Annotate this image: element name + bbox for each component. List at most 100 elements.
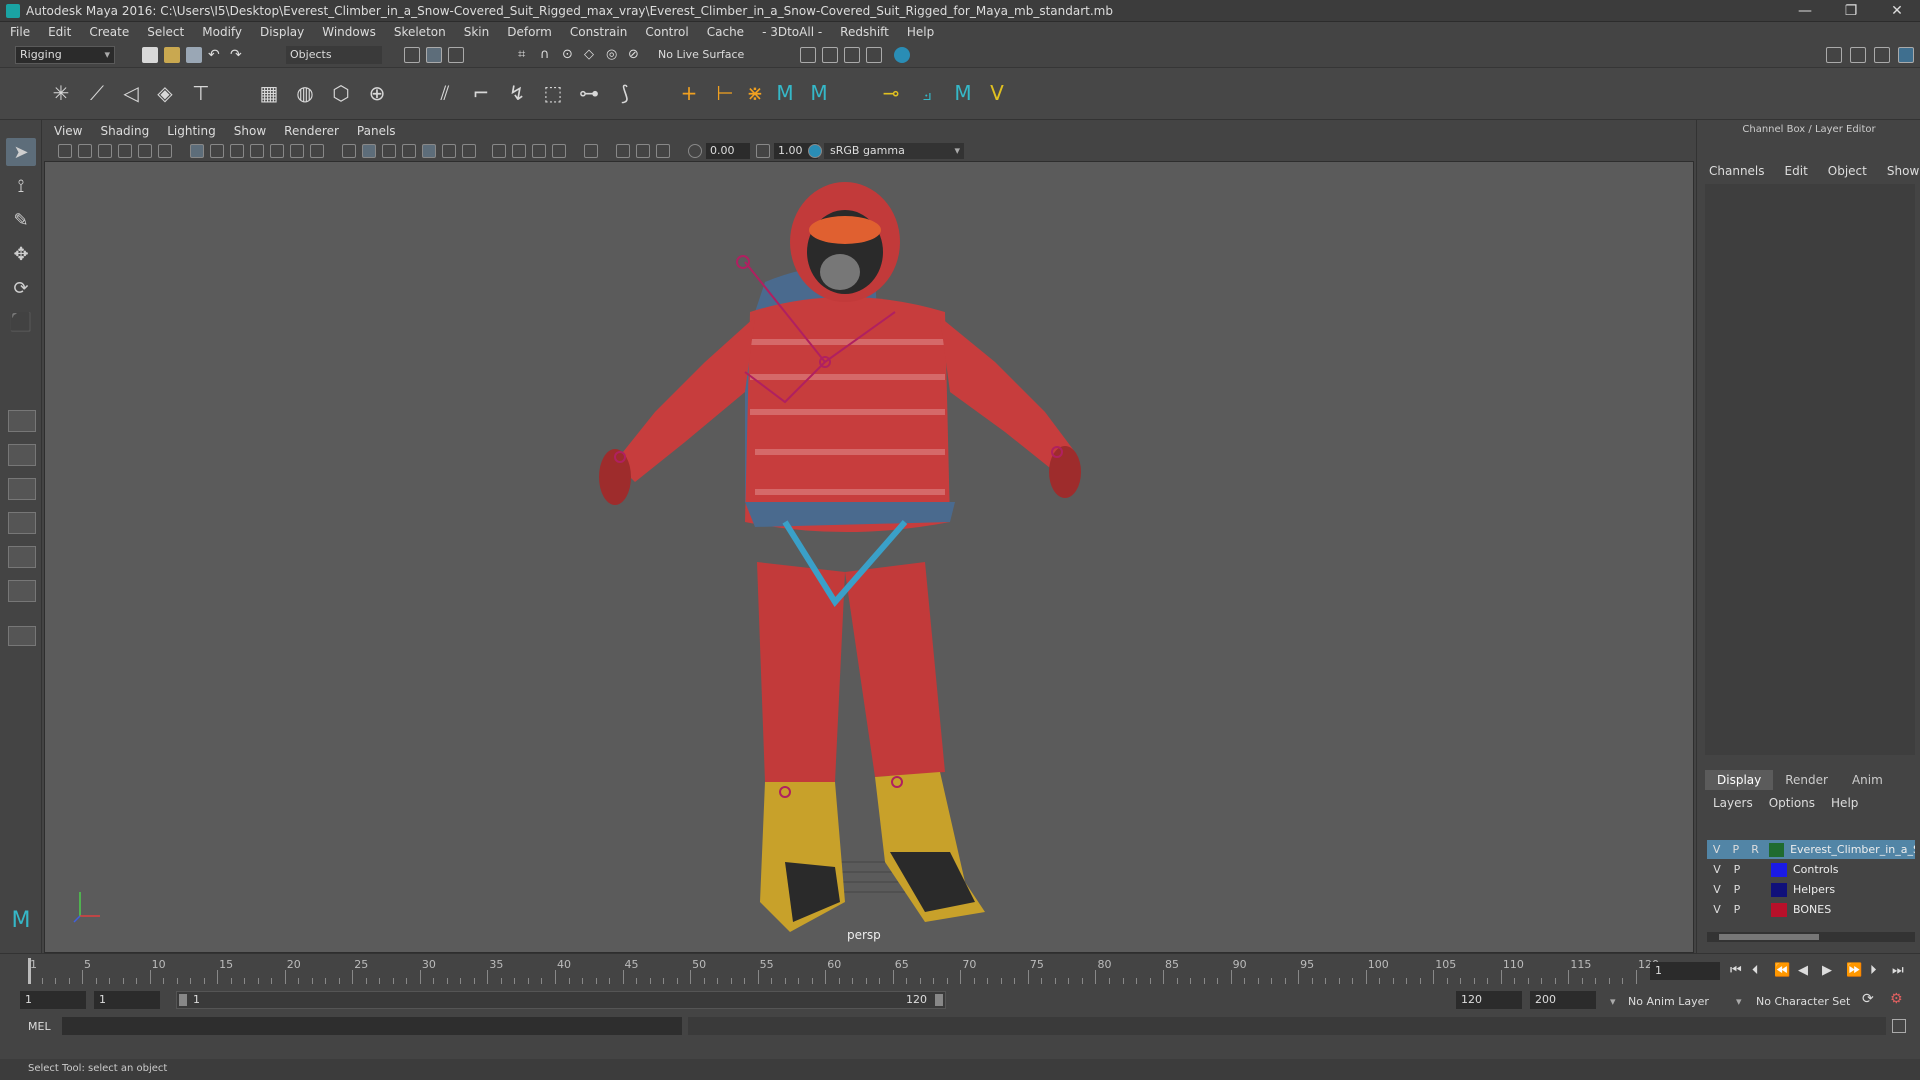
menu-select[interactable]: Select bbox=[147, 25, 184, 39]
viewport-menu-panels[interactable]: Panels bbox=[357, 124, 396, 138]
persp-graph-layout-icon[interactable] bbox=[8, 512, 36, 534]
image-plane-icon[interactable] bbox=[118, 144, 132, 158]
textured-icon[interactable] bbox=[422, 144, 436, 158]
layer-reference-toggle[interactable]: R bbox=[1745, 843, 1764, 856]
auto-key-icon[interactable]: ⟳ bbox=[1862, 991, 1874, 1007]
edit-menu[interactable]: Edit bbox=[1785, 164, 1808, 178]
anim-layer-dropdown[interactable]: No Anim Layer bbox=[1628, 995, 1709, 1008]
chevron-down-icon[interactable]: ▾ bbox=[1610, 995, 1616, 1008]
default-material-icon[interactable] bbox=[402, 144, 416, 158]
pole-vector-icon[interactable]: ⟆ bbox=[612, 80, 638, 106]
menuset-dropdown[interactable]: Rigging ▾ bbox=[15, 46, 115, 64]
aim-constraint-icon[interactable]: ⌐ bbox=[468, 80, 494, 106]
create-joint-icon[interactable]: ✳ bbox=[48, 80, 74, 106]
motion-blur-icon[interactable] bbox=[512, 144, 526, 158]
snap-grid-icon[interactable]: ⌗ bbox=[518, 47, 534, 63]
shadows-icon[interactable] bbox=[462, 144, 476, 158]
menu-edit[interactable]: Edit bbox=[48, 25, 71, 39]
menu-deform[interactable]: Deform bbox=[507, 25, 552, 39]
outliner-persp-layout-icon[interactable] bbox=[8, 580, 36, 602]
smooth-shade-icon[interactable] bbox=[362, 144, 376, 158]
viewport-menu-view[interactable]: View bbox=[54, 124, 82, 138]
paint-weights-icon[interactable]: ◍ bbox=[292, 80, 318, 106]
mash-icon[interactable]: M bbox=[772, 80, 798, 106]
range-slider-end-handle[interactable] bbox=[935, 994, 943, 1006]
grid-icon[interactable] bbox=[190, 144, 204, 158]
attribute-editor-icon[interactable] bbox=[1850, 47, 1866, 63]
mel-label[interactable]: MEL bbox=[28, 1020, 51, 1033]
options-menu[interactable]: Options bbox=[1769, 796, 1815, 810]
select-component-icon[interactable] bbox=[448, 47, 464, 63]
snap-curve-icon[interactable]: ∩ bbox=[540, 47, 556, 63]
command-input[interactable] bbox=[62, 1017, 682, 1035]
layer-color-swatch[interactable] bbox=[1768, 842, 1785, 857]
range-slider-start-handle[interactable] bbox=[179, 994, 187, 1006]
menu-cache[interactable]: Cache bbox=[707, 25, 744, 39]
cluster-icon[interactable]: ⊕ bbox=[364, 80, 390, 106]
anti-aliasing-icon[interactable] bbox=[532, 144, 546, 158]
redo-icon[interactable]: ↷ bbox=[230, 47, 246, 63]
layer-playback-toggle[interactable]: P bbox=[1727, 903, 1747, 916]
animation-preferences-icon[interactable]: ⚙ bbox=[1890, 991, 1903, 1007]
maximize-button[interactable]: ❐ bbox=[1828, 0, 1874, 22]
character-set-dropdown[interactable]: No Character Set bbox=[1756, 995, 1850, 1008]
parent-constraint-icon[interactable]: ⊶ bbox=[576, 80, 602, 106]
use-all-lights-icon[interactable] bbox=[442, 144, 456, 158]
screen-space-ao-icon[interactable] bbox=[492, 144, 506, 158]
range-end-field[interactable]: 200 bbox=[1530, 991, 1596, 1009]
object-menu[interactable]: Object bbox=[1828, 164, 1867, 178]
select-object-icon[interactable] bbox=[426, 47, 442, 63]
gamma-icon[interactable] bbox=[756, 144, 770, 158]
step-back-key-icon[interactable]: ⏪ bbox=[1774, 963, 1790, 978]
make-live-icon[interactable]: ⊘ bbox=[628, 47, 644, 63]
gate-mask-icon[interactable] bbox=[250, 144, 264, 158]
orient-constraint-icon[interactable]: ↯ bbox=[504, 80, 530, 106]
menu-display[interactable]: Display bbox=[260, 25, 304, 39]
layer-visibility-toggle[interactable]: V bbox=[1707, 883, 1727, 896]
mirror-joint-icon[interactable]: ⊤ bbox=[188, 80, 214, 106]
time-slider[interactable]: 1 5 10 15 20 25 30 35 40 45 50 55 60 65 70 75 80 85 90 95 10… bbox=[0, 953, 1920, 987]
menu-skeleton[interactable]: Skeleton bbox=[394, 25, 446, 39]
play-forwards-icon[interactable]: ▶ bbox=[1822, 963, 1832, 978]
snap-plane-icon[interactable]: ◇ bbox=[584, 47, 600, 63]
depth-of-field-icon[interactable] bbox=[552, 144, 566, 158]
xray-joints-icon[interactable] bbox=[636, 144, 650, 158]
layer-visibility-toggle[interactable]: V bbox=[1707, 903, 1727, 916]
menu-windows[interactable]: Windows bbox=[322, 25, 376, 39]
menu-redshift[interactable]: Redshift bbox=[840, 25, 889, 39]
persp-outliner-layout-icon[interactable] bbox=[8, 478, 36, 500]
safe-action-icon[interactable] bbox=[290, 144, 304, 158]
minimize-button[interactable]: — bbox=[1782, 0, 1828, 22]
layer-row[interactable]: V P Controls bbox=[1707, 860, 1915, 879]
layer-color-swatch[interactable] bbox=[1771, 862, 1787, 877]
menu-help[interactable]: Help bbox=[907, 25, 934, 39]
ik-handle-icon[interactable]: ⟋ bbox=[84, 80, 110, 106]
layer-playback-toggle[interactable]: P bbox=[1727, 883, 1747, 896]
insert-joint-icon[interactable]: ◈ bbox=[152, 80, 178, 106]
show-menu[interactable]: Show bbox=[1887, 164, 1919, 178]
persp-hypershade-layout-icon[interactable] bbox=[8, 546, 36, 568]
grease-pencil-icon[interactable] bbox=[158, 144, 172, 158]
wireframe-icon[interactable] bbox=[342, 144, 356, 158]
layer-color-swatch[interactable] bbox=[1771, 902, 1787, 917]
ipr-render-icon[interactable] bbox=[844, 47, 860, 63]
layer-playback-toggle[interactable]: P bbox=[1726, 843, 1745, 856]
render-settings-icon[interactable] bbox=[800, 47, 816, 63]
layers-menu[interactable]: Layers bbox=[1713, 796, 1753, 810]
maya-home-icon[interactable]: M bbox=[6, 906, 36, 934]
channel-box-toggle-icon[interactable] bbox=[1898, 47, 1914, 63]
select-hierarchy-icon[interactable] bbox=[404, 47, 420, 63]
undo-icon[interactable]: ↶ bbox=[208, 47, 224, 63]
lasso-tool-icon[interactable]: ⟟ bbox=[6, 172, 36, 200]
snap-surface-icon[interactable]: ◎ bbox=[606, 47, 622, 63]
exposure-input[interactable]: 0.00 bbox=[706, 143, 750, 159]
layer-scrollbar-thumb[interactable] bbox=[1719, 934, 1819, 940]
lattice-icon[interactable]: ⬡ bbox=[328, 80, 354, 106]
viewport-menu-show[interactable]: Show bbox=[234, 124, 266, 138]
step-back-frame-icon[interactable]: ⏴ bbox=[1752, 963, 1759, 978]
tab-anim[interactable]: Anim bbox=[1840, 770, 1895, 790]
save-scene-icon[interactable] bbox=[186, 47, 202, 63]
cluster-handle-icon[interactable]: ⊢ bbox=[712, 80, 738, 106]
menu-create[interactable]: Create bbox=[89, 25, 129, 39]
four-view-layout-icon[interactable] bbox=[8, 444, 36, 466]
